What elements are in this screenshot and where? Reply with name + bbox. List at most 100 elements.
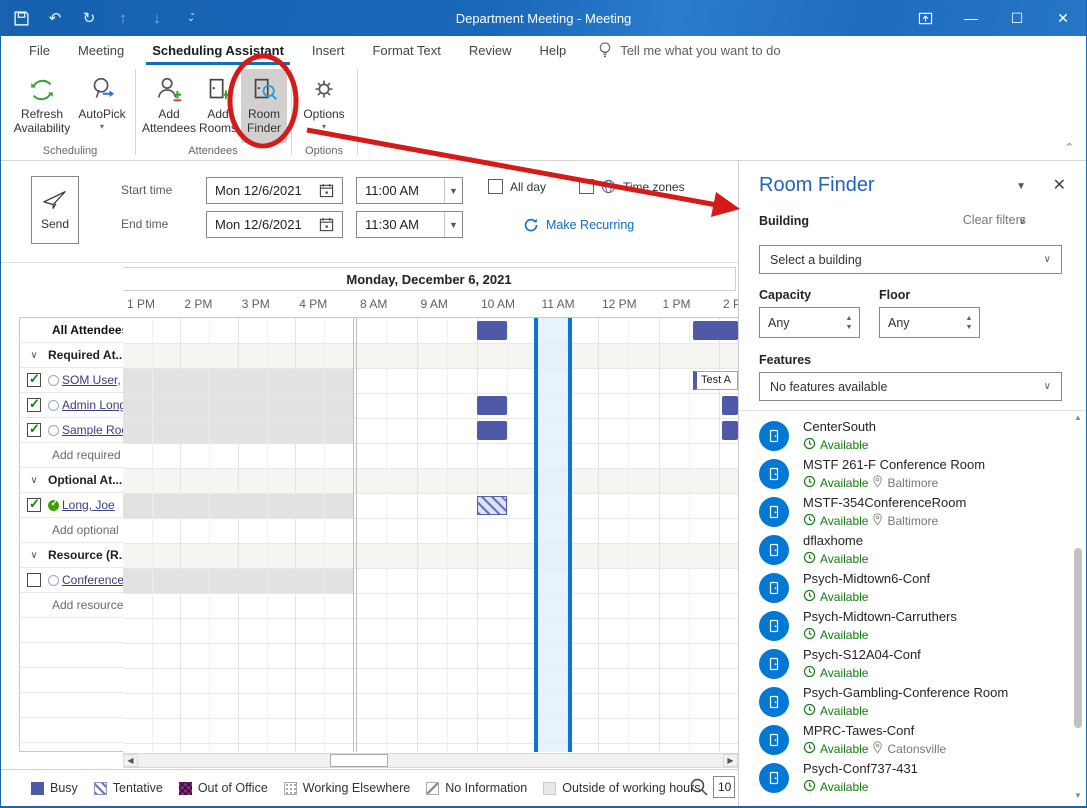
close-button[interactable]: ✕ [1040,0,1086,36]
attendee-name-link[interactable]: Sample Roo [62,423,123,437]
filters-collapse-chevron-icon[interactable]: ∨ [1019,216,1026,227]
tab-format-text[interactable]: Format Text [358,36,454,65]
refresh-availability-button[interactable]: Refresh Availability [13,69,71,143]
busy-block[interactable] [477,396,507,415]
tab-insert[interactable]: Insert [298,36,359,65]
room-name[interactable]: Psych-Midtown6-Conf [803,571,930,586]
room-name[interactable]: CenterSouth [803,419,876,434]
collapse-chevron-icon[interactable]: ∨ [20,475,48,486]
panel-close-icon[interactable]: ✕ [1053,175,1066,195]
tentative-block[interactable] [477,496,507,515]
room-scrollbar-thumb[interactable] [1074,548,1082,728]
capacity-up-icon[interactable]: ▲ [846,315,853,322]
room-list-scrollbar[interactable]: ▲ ▼ [1072,413,1084,803]
room-item-mstf-261-f-conference-room[interactable]: MSTF 261-F Conference RoomAvailableBalti… [759,457,1059,495]
attendee-row-add-required[interactable]: Add required [20,443,123,468]
start-date-field[interactable]: Mon 12/6/2021 [206,177,343,204]
attendee-name-link[interactable]: Long, Joe [62,498,115,512]
add-attendees-button[interactable]: Add Attendees [141,69,197,143]
room-item-psych-conf737-431[interactable]: Psych-Conf737-431Available [759,761,1059,799]
floor-up-icon[interactable]: ▲ [966,315,973,322]
tab-help[interactable]: Help [525,36,580,65]
room-list[interactable]: CenterSouthAvailableMSTF 261-F Conferenc… [739,411,1087,806]
make-recurring-link[interactable]: Make Recurring [523,217,634,233]
attendee-checkbox[interactable] [27,498,41,512]
selected-time-range[interactable] [534,317,572,752]
busy-block[interactable] [722,396,738,415]
attendee-row-sample-roo[interactable]: Sample Roo [20,418,123,443]
all-day-checkbox[interactable] [488,179,503,194]
floor-spinner[interactable]: Any ▲▼ [879,307,980,338]
scroll-up-icon[interactable]: ▲ [1072,413,1084,425]
room-item-centersouth[interactable]: CenterSouthAvailable [759,419,1059,457]
tab-file[interactable]: File [15,36,64,65]
room-item-psych-midtown-carruthers[interactable]: Psych-Midtown-CarruthersAvailable [759,609,1059,647]
maximize-button[interactable]: ☐ [994,0,1040,36]
ribbon-display-options-button[interactable] [902,0,948,36]
busy-block[interactable] [722,421,738,440]
autopick-button[interactable]: AutoPick ▾ [73,69,131,143]
collapse-chevron-icon[interactable]: ∨ [20,350,48,361]
zoom-icon[interactable] [689,777,709,797]
free-busy-grid[interactable]: Test A [123,317,738,752]
redo-icon[interactable]: ↻ [79,8,99,28]
tab-meeting[interactable]: Meeting [64,36,138,65]
end-time-dropdown-icon[interactable]: ▼ [444,212,462,237]
minimize-button[interactable]: — [948,0,994,36]
attendee-checkbox[interactable] [27,423,41,437]
room-item-dflaxhome[interactable]: dflaxhomeAvailable [759,533,1059,571]
end-time-field[interactable]: 11:30 AM ▼ [356,211,463,238]
scroll-down-icon[interactable]: ▼ [1072,791,1084,803]
room-name[interactable]: MPRC-Tawes-Conf [803,723,914,738]
room-item-psych-s12a04-conf[interactable]: Psych-S12A04-ConfAvailable [759,647,1059,685]
tell-me-box[interactable]: Tell me what you want to do [598,36,780,65]
attendee-checkbox[interactable] [27,398,41,412]
add-attendee-cell[interactable]: Add optional [20,523,119,537]
attendee-row-add-optional[interactable]: Add optional [20,518,123,543]
busy-block[interactable] [477,421,507,440]
attendee-row-som-user[interactable]: SOM User, [20,368,123,393]
room-finder-button[interactable]: Room Finder [241,69,287,143]
add-attendee-cell[interactable]: Add required [20,448,121,462]
horizontal-scrollbar[interactable]: ◀ ▶ [123,753,738,768]
panel-menu-chevron-icon[interactable]: ▼ [1016,181,1026,192]
attendee-checkbox[interactable] [27,573,41,587]
send-button[interactable]: Send [31,176,79,244]
scrollbar-thumb[interactable] [330,754,388,767]
room-name[interactable]: Psych-Conf737-431 [803,761,918,776]
collapse-chevron-icon[interactable]: ∨ [20,550,48,561]
room-item-psych-gambling-conference-room[interactable]: Psych-Gambling-Conference RoomAvailable [759,685,1059,723]
customize-qat-icon[interactable]: ⌄̄ [181,8,201,28]
attendee-checkbox[interactable] [27,373,41,387]
calendar-icon[interactable] [319,217,334,232]
move-up-icon[interactable]: ↑ [113,8,133,28]
scroll-left-arrow[interactable]: ◀ [123,754,138,767]
end-date-field[interactable]: Mon 12/6/2021 [206,211,343,238]
room-item-psych-midtown6-conf[interactable]: Psych-Midtown6-ConfAvailable [759,571,1059,609]
start-time-field[interactable]: 11:00 AM ▼ [356,177,463,204]
scroll-right-arrow[interactable]: ▶ [723,754,738,767]
options-button[interactable]: Options ▾ [295,69,353,143]
room-name[interactable]: Psych-Gambling-Conference Room [803,685,1008,700]
options-dropdown-icon[interactable]: ▾ [322,122,326,131]
room-name[interactable]: dflaxhome [803,533,863,548]
attendee-name-link[interactable]: Admin Long [62,398,123,412]
room-item-mprc-tawes-conf[interactable]: MPRC-Tawes-ConfAvailableCatonsville [759,723,1059,761]
undo-icon[interactable]: ↶ [45,8,65,28]
calendar-icon[interactable] [319,183,334,198]
floor-down-icon[interactable]: ▼ [966,324,973,331]
attendee-name-link[interactable]: Conference [62,573,123,587]
capacity-down-icon[interactable]: ▼ [846,324,853,331]
attendee-row-admin-long[interactable]: Admin Long [20,393,123,418]
start-time-dropdown-icon[interactable]: ▼ [444,178,462,203]
appointment-block[interactable]: Test A [693,371,738,390]
save-icon[interactable] [11,8,31,28]
busy-block[interactable] [477,321,507,340]
attendee-row-conference[interactable]: Conference [20,568,123,593]
attendee-row-long-joe[interactable]: Long, Joe [20,493,123,518]
move-down-icon[interactable]: ↓ [147,8,167,28]
features-dropdown[interactable]: No features available ∨ [759,372,1062,401]
room-name[interactable]: Psych-S12A04-Conf [803,647,921,662]
building-dropdown[interactable]: Select a building ∨ [759,245,1062,274]
attendee-name-link[interactable]: SOM User, [62,373,121,387]
